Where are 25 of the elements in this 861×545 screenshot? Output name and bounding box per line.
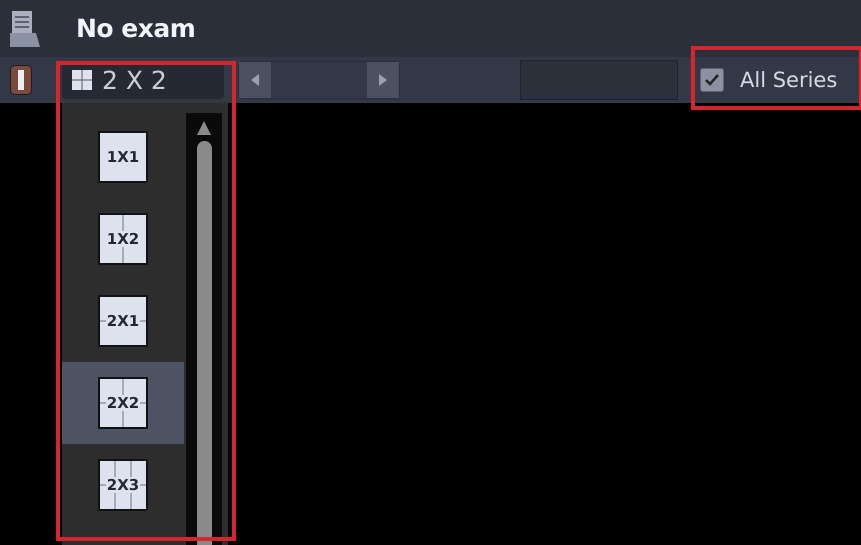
left-arrow-icon	[251, 74, 259, 86]
next-button[interactable]	[367, 62, 399, 98]
layout-option[interactable]: 2X1	[62, 280, 184, 362]
all-series-checkbox[interactable]: All Series	[700, 68, 838, 92]
grid-layout-icon	[72, 70, 92, 90]
layout-option[interactable]: 2X2	[62, 362, 184, 444]
layout-tile: 2X1	[98, 295, 148, 347]
input-field[interactable]	[520, 60, 678, 100]
previous-button[interactable]	[239, 62, 271, 98]
layout-tile: 1X1	[98, 131, 148, 183]
layout-option[interactable]: 1X1	[62, 116, 184, 198]
up-arrow-icon[interactable]	[197, 121, 211, 135]
horizontal-scroller[interactable]	[238, 61, 400, 99]
exam-title: No exam	[76, 14, 196, 43]
layout-tile: 1X2	[98, 213, 148, 265]
checkmark-icon	[705, 74, 719, 86]
scrollbar[interactable]	[186, 113, 222, 545]
layout-option[interactable]: 1X2	[62, 198, 184, 280]
layout-tile: 2X2	[98, 377, 148, 429]
right-arrow-icon	[379, 74, 387, 86]
layout-option[interactable]: 2X3	[62, 444, 184, 526]
toggle-button[interactable]	[10, 65, 32, 95]
bar-icon	[18, 70, 24, 90]
layout-tile: 2X3	[98, 459, 148, 511]
folder-document-icon	[8, 8, 40, 48]
